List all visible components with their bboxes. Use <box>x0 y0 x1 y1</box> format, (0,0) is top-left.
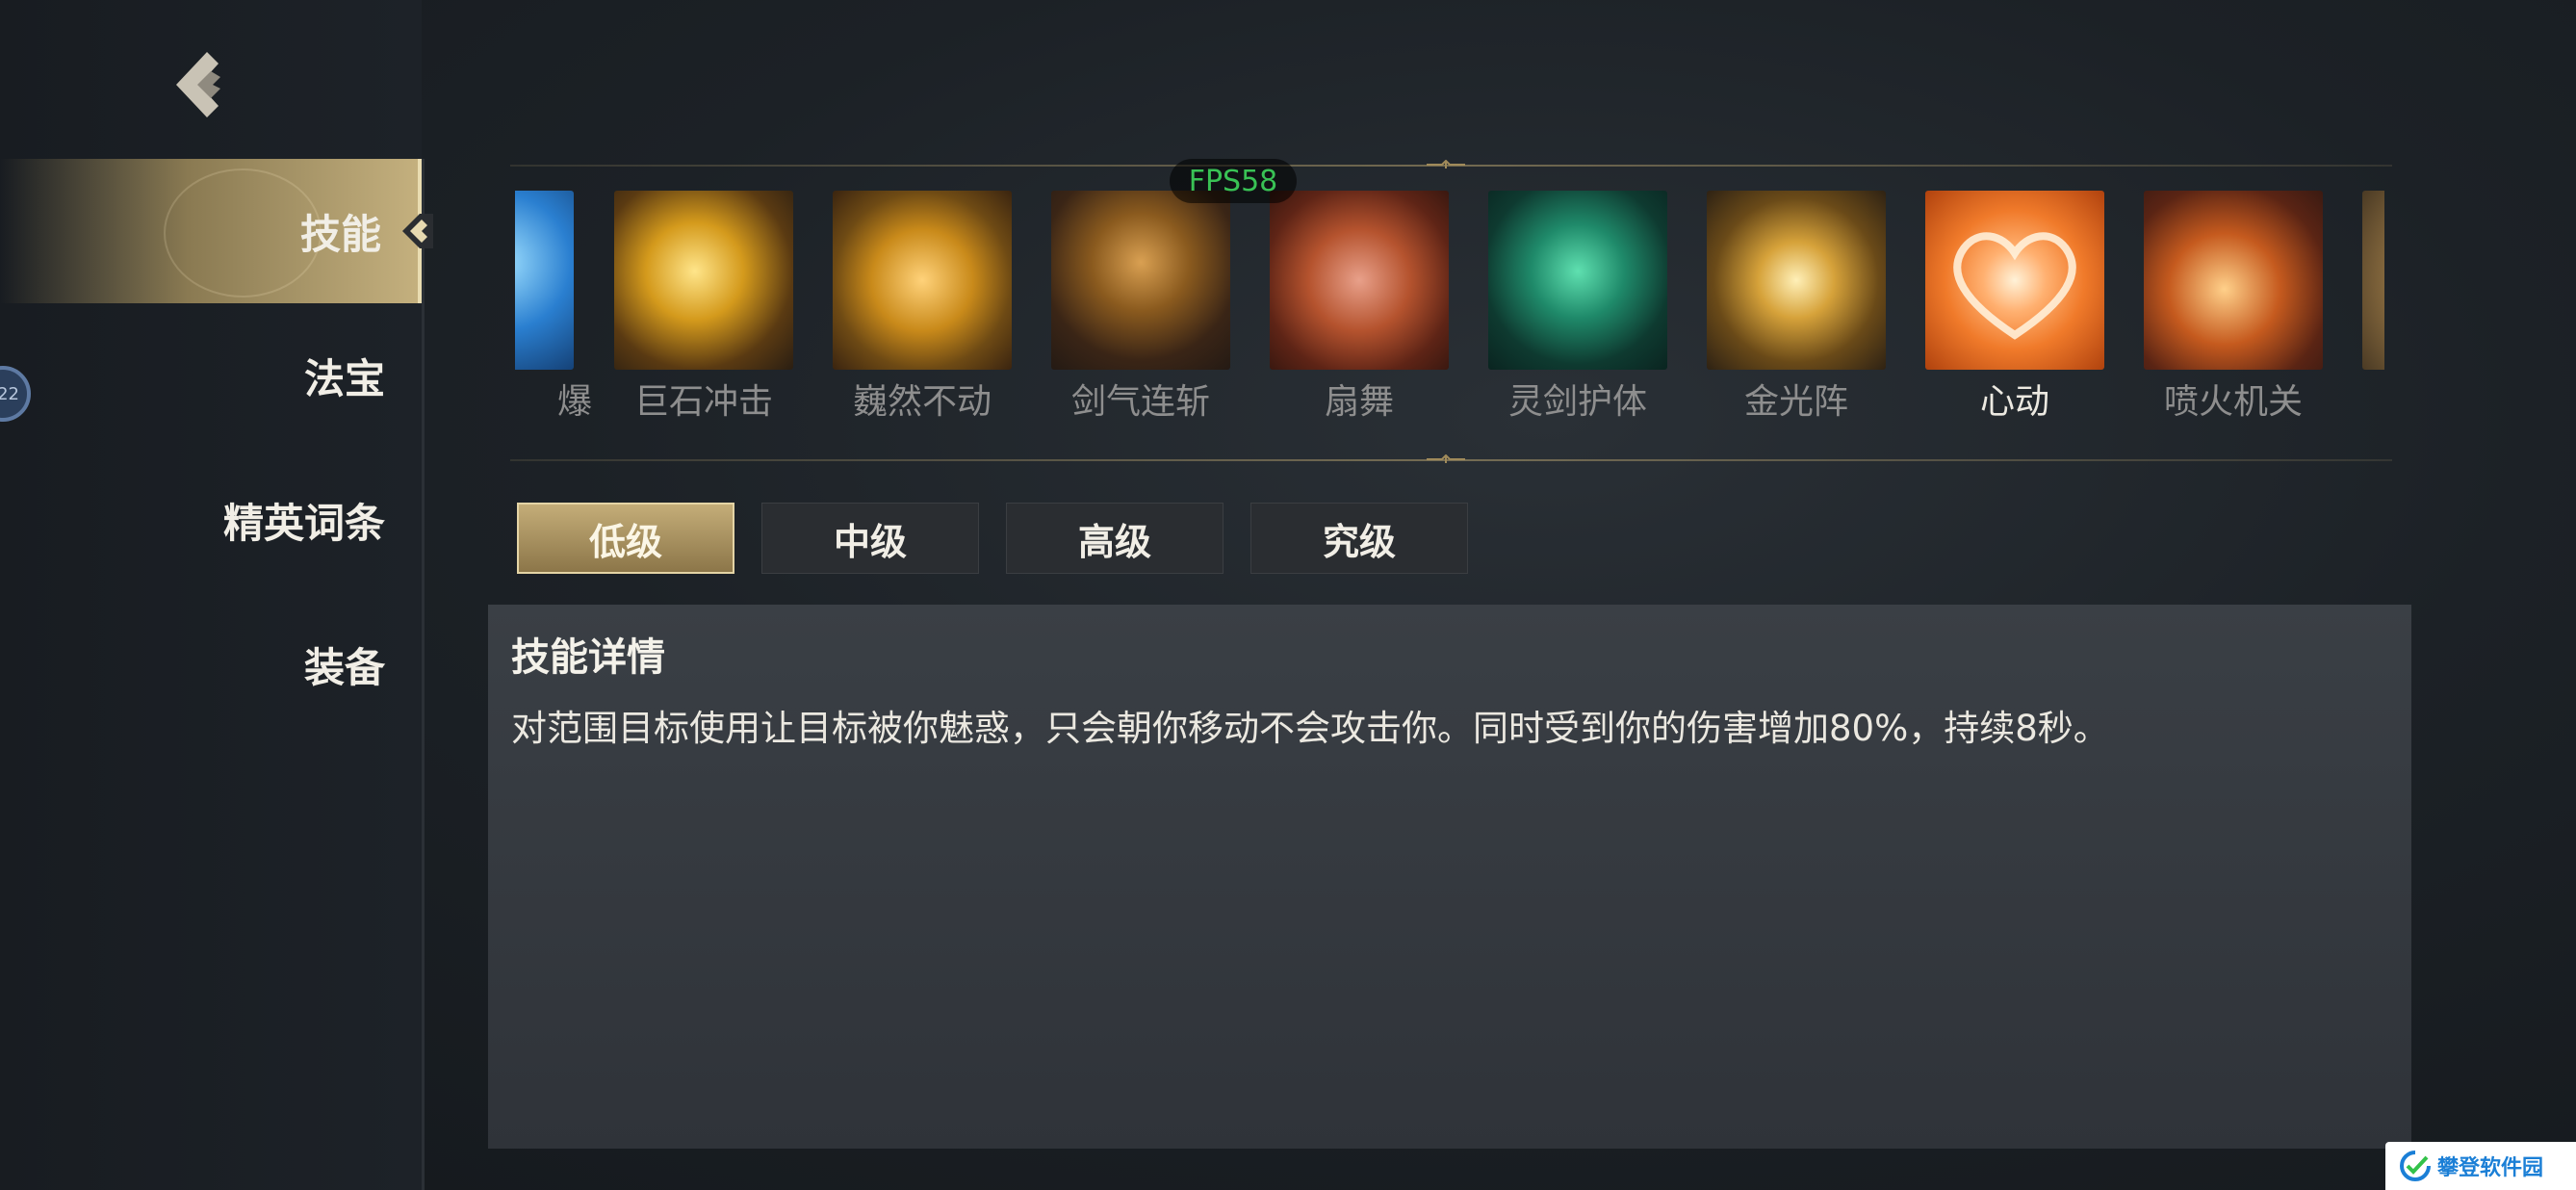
boulder-impact-icon <box>614 191 793 370</box>
flamethrower-icon <box>2144 191 2323 370</box>
watermark-check-icon <box>2400 1151 2431 1181</box>
golden-shield-icon <box>833 191 1012 370</box>
strip-ornament-bottom <box>1427 454 1465 463</box>
sidebar-item-skills[interactable]: 技能 <box>0 159 433 303</box>
skill-item[interactable]: 喷火机关 <box>2144 191 2323 422</box>
watermark-logo: 攀登软件园 <box>2385 1142 2576 1190</box>
skill-item[interactable]: 扇舞 <box>1270 191 1449 422</box>
golden-array-icon <box>1707 191 1886 370</box>
back-button[interactable] <box>164 46 241 123</box>
skill-item[interactable]: 剑气连斩 <box>1051 191 1230 422</box>
spirit-swords-icon <box>1488 191 1667 370</box>
details-description: 对范围目标使用让目标被你魅惑，只会朝你移动不会攻击你。同时受到你的伤害增加80%… <box>511 708 2109 749</box>
sidebar-item-label: 法宝 <box>303 354 385 402</box>
skill-item[interactable]: 爆 <box>515 191 592 422</box>
partial-skill-icon <box>2362 191 2384 370</box>
sidebar-item-label: 装备 <box>303 643 385 691</box>
sidebar-item-elite-affixes[interactable]: 精英词条 <box>0 448 422 592</box>
tier-tab-low[interactable]: 低级 <box>517 503 734 574</box>
ice-blast-icon <box>515 191 574 370</box>
sidebar-divider <box>422 159 425 1190</box>
heart-icon <box>1925 191 2104 370</box>
sun-decoration <box>164 168 322 298</box>
heart-shape <box>1953 232 2076 340</box>
skill-details-panel: 技能详情 对范围目标使用让目标被你魅惑，只会朝你移动不会攻击你。同时受到你的伤害… <box>488 605 2411 1149</box>
fan-dance-icon <box>1270 191 1449 370</box>
sword-slash-icon <box>1051 191 1230 370</box>
back-chevron-icon <box>176 52 220 117</box>
active-arrow-icon <box>402 214 433 248</box>
sidebar-item-label: 精英词条 <box>222 499 385 547</box>
tier-tab-ultimate[interactable]: 究级 <box>1250 503 1468 574</box>
strip-ornament-top <box>1427 160 1465 168</box>
sidebar-item-equipment[interactable]: 装备 <box>0 592 422 737</box>
skill-item[interactable]: 灵剑护体 <box>1488 191 1667 422</box>
skill-item-selected[interactable]: 心动 <box>1925 191 2104 422</box>
tier-tab-mid[interactable]: 中级 <box>761 503 979 574</box>
details-title: 技能详情 <box>511 635 665 680</box>
skill-item[interactable] <box>2362 191 2384 422</box>
skill-carousel[interactable]: 爆 巨石冲击 巍然不动 剑气连斩 扇舞 灵剑护体 金光阵 心动 喷火机关 <box>515 191 2384 422</box>
skill-item[interactable]: 巍然不动 <box>833 191 1012 422</box>
skill-item[interactable]: 巨石冲击 <box>614 191 793 422</box>
fps-counter: FPS58 <box>1170 159 1297 203</box>
sidebar-item-treasure[interactable]: 法宝 <box>0 303 422 448</box>
tier-tab-high[interactable]: 高级 <box>1006 503 1224 574</box>
skill-item[interactable]: 金光阵 <box>1707 191 1886 422</box>
